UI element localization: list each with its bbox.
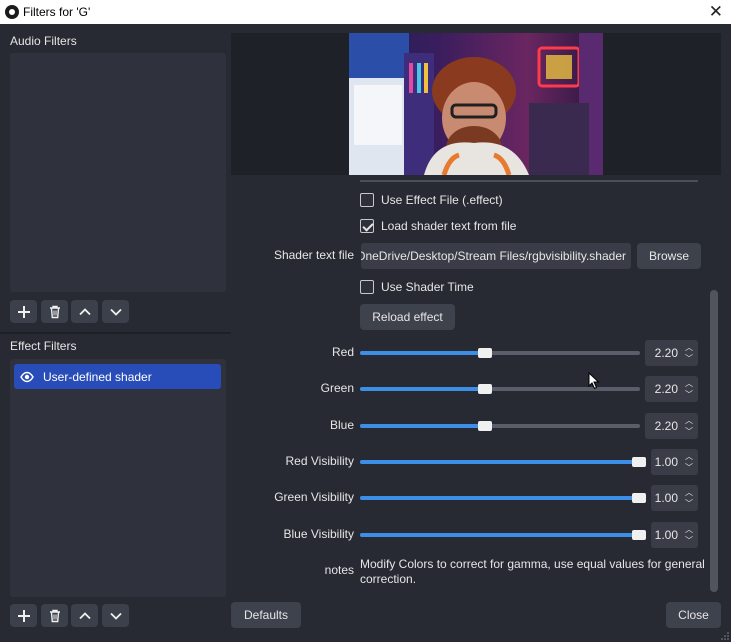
- red-visibility-label: Red Visibility: [285, 454, 354, 468]
- remove-audio-filter-button[interactable]: [41, 300, 68, 323]
- effect-filter-item[interactable]: User-defined shader: [14, 364, 221, 389]
- audio-filters-list[interactable]: [10, 53, 226, 292]
- red-slider-handle[interactable]: [478, 348, 493, 358]
- effect-filter-item-label: User-defined shader: [43, 369, 152, 384]
- spin-up-icon[interactable]: ︿: [685, 451, 693, 462]
- notes-text: Modify Colors to correct for gamma, use …: [360, 557, 705, 586]
- chevron-down-icon: [109, 308, 122, 316]
- load-shader-text-checkbox[interactable]: [360, 219, 374, 233]
- spin-up-icon[interactable]: ︿: [685, 342, 693, 353]
- reload-effect-button[interactable]: Reload effect: [360, 304, 455, 330]
- red-label: Red: [331, 345, 354, 359]
- red-slider[interactable]: [360, 348, 640, 358]
- spin-down-icon[interactable]: ﹀: [685, 535, 693, 546]
- blue-spinbox[interactable]: 2.20 ︿ ﹀: [645, 413, 698, 439]
- spin-down-icon[interactable]: ﹀: [685, 498, 693, 509]
- green-label: Green: [320, 381, 354, 395]
- properties-scrollbar[interactable]: [710, 290, 718, 592]
- spin-up-icon[interactable]: ︿: [685, 415, 693, 426]
- use-shader-time-checkbox-row[interactable]: Use Shader Time: [360, 280, 474, 294]
- properties-top-edge: [360, 180, 698, 182]
- spin-down-icon[interactable]: ﹀: [685, 353, 693, 364]
- use-effect-file-checkbox-row[interactable]: Use Effect File (.effect): [360, 193, 503, 207]
- move-effect-filter-down-button[interactable]: [102, 604, 129, 627]
- mouse-cursor-icon: [588, 372, 600, 390]
- blue-visibility-value: 1.00: [654, 528, 678, 542]
- load-shader-text-checkbox-row[interactable]: Load shader text from file: [360, 219, 516, 233]
- spin-down-icon[interactable]: ﹀: [685, 462, 693, 473]
- use-shader-time-checkbox[interactable]: [360, 280, 374, 294]
- add-audio-filter-button[interactable]: [10, 300, 37, 323]
- green-visibility-spinbox[interactable]: 1.00 ︿ ﹀: [651, 485, 698, 511]
- close-button[interactable]: Close: [666, 602, 721, 628]
- spin-up-icon[interactable]: ︿: [685, 378, 693, 389]
- load-shader-text-label: Load shader text from file: [381, 219, 517, 233]
- red-visibility-slider[interactable]: [360, 457, 646, 467]
- panel-divider[interactable]: [0, 332, 231, 334]
- green-spinbox[interactable]: 2.20 ︿ ﹀: [645, 376, 698, 402]
- blue-slider-handle[interactable]: [478, 421, 493, 431]
- move-effect-filter-up-button[interactable]: [71, 604, 98, 627]
- spin-up-icon[interactable]: ︿: [685, 524, 693, 535]
- resize-grip-icon[interactable]: [721, 632, 729, 640]
- blue-label: Blue: [329, 418, 354, 432]
- plus-icon: [17, 609, 30, 622]
- green-visibility-slider-handle[interactable]: [632, 493, 646, 503]
- spin-down-icon[interactable]: ﹀: [685, 426, 693, 437]
- green-value: 2.20: [654, 382, 678, 396]
- chevron-down-icon: [109, 612, 122, 620]
- use-effect-file-checkbox[interactable]: [360, 193, 374, 207]
- chevron-up-icon: [78, 611, 91, 619]
- move-audio-filter-down-button[interactable]: [102, 300, 129, 323]
- blue-visibility-spinbox[interactable]: 1.00 ︿ ﹀: [651, 522, 698, 548]
- source-preview: [349, 33, 603, 175]
- move-audio-filter-up-button[interactable]: [71, 300, 98, 323]
- chevron-up-icon: [78, 307, 91, 315]
- red-visibility-value: 1.00: [654, 455, 678, 469]
- use-shader-time-label: Use Shader Time: [381, 280, 474, 294]
- red-visibility-slider-handle[interactable]: [632, 457, 646, 467]
- green-visibility-label: Green Visibility: [274, 490, 354, 504]
- spin-up-icon[interactable]: ︿: [685, 487, 693, 498]
- effect-filters-list[interactable]: [10, 359, 226, 597]
- blue-value: 2.20: [654, 419, 678, 433]
- blue-visibility-slider-handle[interactable]: [632, 530, 646, 540]
- shader-text-file-input[interactable]: OneDrive/Desktop/Stream Files/rgbvisibil…: [361, 243, 631, 269]
- notes-label: notes: [324, 563, 354, 577]
- red-spinbox[interactable]: 2.20 ︿ ﹀: [645, 340, 698, 366]
- shader-text-file-value: OneDrive/Desktop/Stream Files/rgbvisibil…: [361, 249, 626, 263]
- title-bar: Filters for 'G' ✕: [0, 0, 731, 24]
- blue-slider[interactable]: [360, 421, 640, 431]
- audio-filters-label: Audio Filters: [10, 34, 77, 48]
- browse-button[interactable]: Browse: [637, 243, 701, 269]
- green-slider-handle[interactable]: [478, 384, 493, 394]
- close-icon[interactable]: ✕: [709, 2, 723, 22]
- green-visibility-value: 1.00: [654, 491, 678, 505]
- effect-filters-label: Effect Filters: [10, 339, 77, 353]
- use-effect-file-label: Use Effect File (.effect): [381, 193, 503, 207]
- trash-icon: [49, 609, 60, 622]
- add-effect-filter-button[interactable]: [10, 604, 37, 627]
- preview-image: [349, 33, 603, 175]
- obs-logo-icon: [5, 5, 19, 19]
- red-value: 2.20: [654, 346, 678, 360]
- trash-icon: [49, 305, 60, 318]
- spin-down-icon[interactable]: ﹀: [685, 389, 693, 400]
- shader-text-file-label: Shader text file: [273, 248, 354, 262]
- window-title: Filters for 'G': [23, 5, 91, 19]
- eye-icon[interactable]: [20, 370, 34, 384]
- red-visibility-spinbox[interactable]: 1.00 ︿ ﹀: [651, 449, 698, 475]
- green-visibility-slider[interactable]: [360, 493, 646, 503]
- blue-visibility-slider[interactable]: [360, 530, 646, 540]
- blue-visibility-label: Blue Visibility: [283, 527, 354, 541]
- defaults-button[interactable]: Defaults: [231, 602, 301, 628]
- plus-icon: [17, 305, 30, 318]
- remove-effect-filter-button[interactable]: [41, 604, 68, 627]
